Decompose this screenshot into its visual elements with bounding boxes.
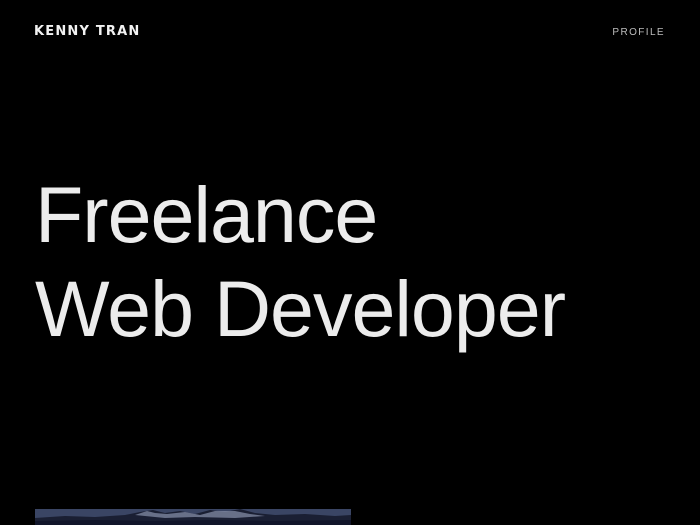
page: KENNY TRAN PROFILE Freelance Web Develop… [0,0,700,525]
hero-line-1: Freelance [35,170,378,259]
mountain-silhouette-icon [35,509,351,525]
hero-heading: Freelance Web Developer [35,168,566,356]
mountain-landscape-image [35,509,351,525]
nav-profile-link[interactable]: PROFILE [612,27,665,38]
brand-logo-link[interactable]: KENNY TRAN [34,24,140,39]
hero-line-2: Web Developer [35,264,566,353]
